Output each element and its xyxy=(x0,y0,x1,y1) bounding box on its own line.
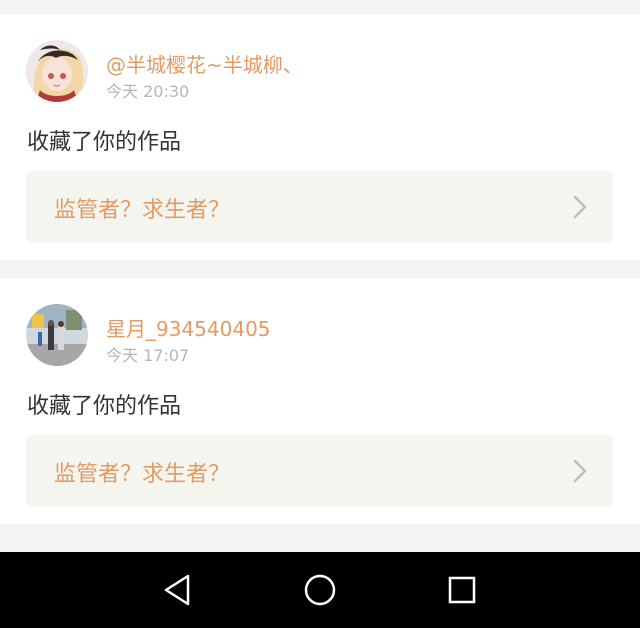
home-button[interactable] xyxy=(300,570,340,610)
triangle-back-icon xyxy=(164,574,190,606)
square-recent-icon xyxy=(448,576,476,604)
chevron-right-icon xyxy=(573,459,587,483)
action-text: 收藏了你的作品 xyxy=(27,394,182,419)
work-link-card[interactable]: 监管者？求生者？ xyxy=(26,435,613,507)
user-avatar[interactable] xyxy=(26,304,88,366)
work-title: 监管者？求生者？ xyxy=(54,462,231,487)
username-link[interactable]: 星月_934540405 xyxy=(106,313,271,342)
work-title: 监管者？求生者？ xyxy=(54,198,231,223)
avatar-street-photo-icon xyxy=(26,304,88,366)
notification-screen: @半城樱花~半城柳、 今天 20:30 收藏了你的作品 监管者？求生者？ 星月_… xyxy=(0,0,640,628)
notification-card: 星月_934540405 今天 17:07 收藏了你的作品 监管者？求生者？ xyxy=(0,278,640,524)
back-button[interactable] xyxy=(158,570,198,610)
timestamp: 今天 17:07 xyxy=(106,346,190,365)
work-link-card[interactable]: 监管者？求生者？ xyxy=(26,171,613,243)
system-navigation-bar xyxy=(0,552,640,628)
timestamp: 今天 20:30 xyxy=(106,82,190,101)
username-link[interactable]: @半城樱花~半城柳、 xyxy=(106,49,303,78)
circle-home-icon xyxy=(304,574,336,606)
chevron-right-icon xyxy=(573,195,587,219)
avatar-anime-girl-icon xyxy=(26,40,88,102)
action-text: 收藏了你的作品 xyxy=(27,130,182,155)
notification-card: @半城樱花~半城柳、 今天 20:30 收藏了你的作品 监管者？求生者？ xyxy=(0,14,640,260)
recent-apps-button[interactable] xyxy=(442,570,482,610)
user-avatar[interactable] xyxy=(26,40,88,102)
